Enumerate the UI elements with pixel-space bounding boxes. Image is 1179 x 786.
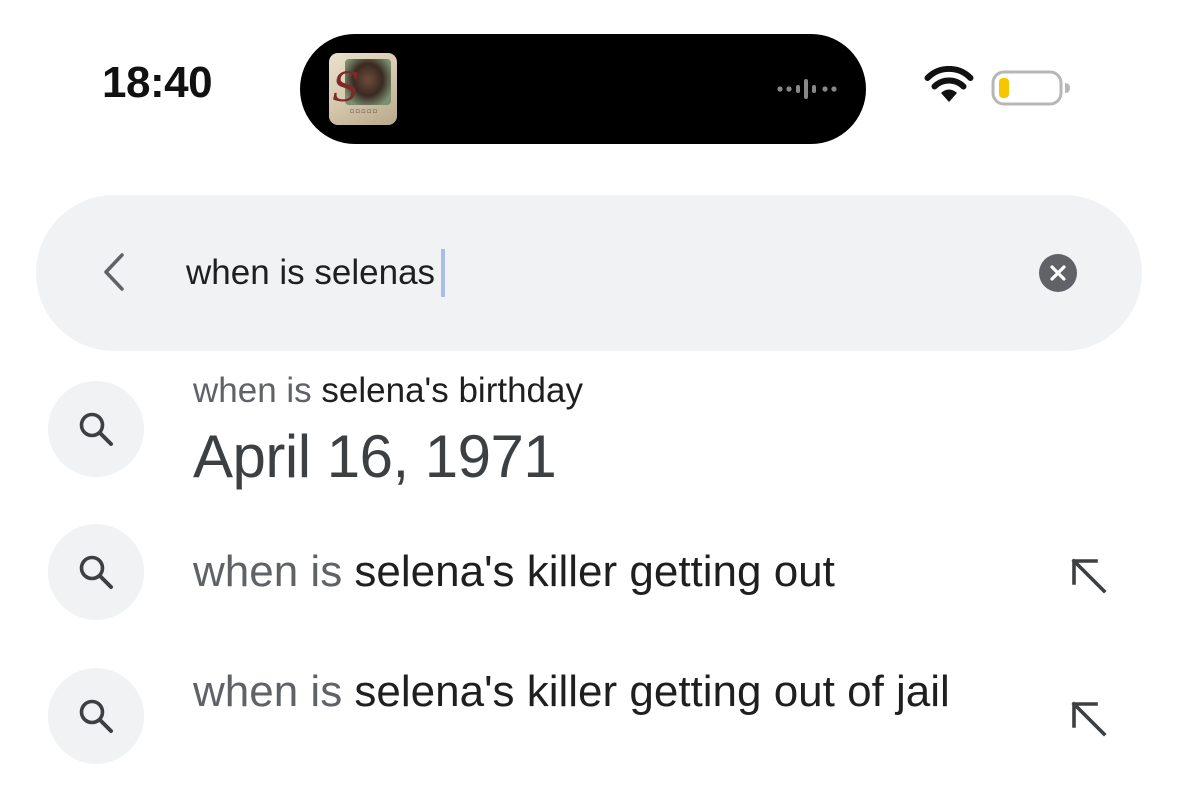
search-input-text: when is selenas bbox=[186, 253, 436, 292]
search-bar: when is selenas bbox=[36, 195, 1142, 351]
search-screen: 18:40 S ▫▫▫▫▫ when is selenas when is se… bbox=[0, 0, 1179, 786]
clear-button[interactable] bbox=[1039, 254, 1077, 292]
suggestion-search-icon-circle bbox=[48, 381, 144, 477]
suggestion-row-killer-out-of-jail[interactable]: when is selena's killer getting out of j… bbox=[0, 664, 1179, 774]
status-time: 18:40 bbox=[102, 58, 213, 107]
suggestion-row-killer-getting-out[interactable]: when is selena's killer getting out bbox=[0, 524, 1179, 624]
query-completion: selena's birthday bbox=[321, 371, 583, 410]
suggestion-row-birthday[interactable]: when is selena's birthday April 16, 1971 bbox=[0, 370, 1179, 500]
search-icon bbox=[79, 555, 113, 589]
suggestion-answer: April 16, 1971 bbox=[193, 423, 557, 490]
query-prefix: when is bbox=[193, 547, 355, 596]
wifi-icon bbox=[924, 66, 974, 102]
query-prefix: when is bbox=[193, 371, 322, 410]
suggestion-query: when is selena's birthday bbox=[193, 370, 583, 412]
search-icon bbox=[79, 699, 113, 733]
search-icon bbox=[79, 412, 113, 446]
album-caption: ▫▫▫▫▫ bbox=[349, 107, 379, 115]
chevron-left-icon[interactable] bbox=[98, 247, 134, 297]
album-art-icon[interactable]: S ▫▫▫▫▫ bbox=[329, 53, 397, 125]
suggestion-search-icon-circle bbox=[48, 524, 144, 620]
fill-query-arrow-icon[interactable] bbox=[1068, 555, 1108, 595]
fill-query-arrow-icon[interactable] bbox=[1068, 698, 1108, 738]
clear-icon bbox=[1050, 265, 1066, 281]
search-input[interactable]: when is selenas bbox=[186, 249, 446, 297]
album-script-logo: S bbox=[332, 65, 360, 111]
suggestion-query: when is selena's killer getting out bbox=[193, 546, 835, 598]
battery-icon bbox=[991, 70, 1070, 106]
suggestion-query: when is selena's killer getting out of j… bbox=[193, 664, 953, 720]
suggestion-search-icon-circle bbox=[48, 668, 144, 764]
query-completion: selena's killer getting out bbox=[354, 547, 835, 596]
waveform-icon bbox=[777, 79, 837, 99]
text-caret bbox=[441, 249, 446, 297]
query-prefix: when is bbox=[193, 667, 355, 716]
dynamic-island[interactable]: S ▫▫▫▫▫ bbox=[300, 34, 866, 144]
query-completion: selena's killer getting out of jail bbox=[354, 667, 950, 716]
